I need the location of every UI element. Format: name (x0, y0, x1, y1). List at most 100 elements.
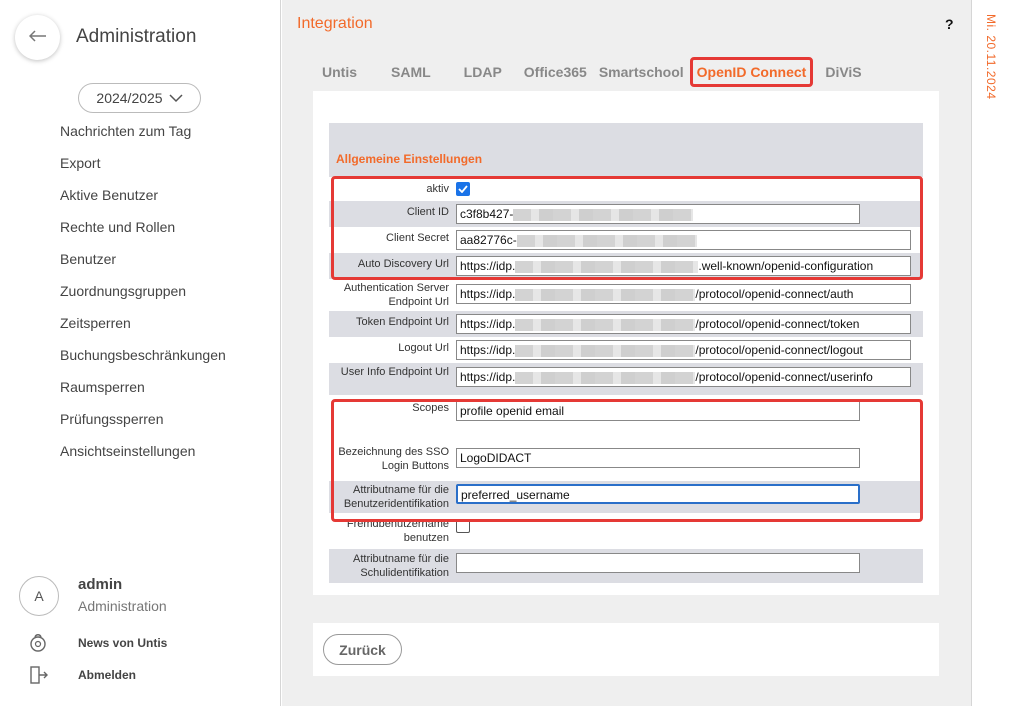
tab-smartschool[interactable]: Smartschool (599, 57, 684, 87)
logout-link[interactable]: Abmelden (78, 668, 136, 682)
auth-endpoint-value-start: https://idp. (460, 287, 516, 301)
logout-url-value-start: https://idp. (460, 343, 516, 357)
checkmark-icon (458, 180, 468, 198)
row-auth-endpoint: Authentication Server Endpoint Url https… (329, 279, 923, 311)
auto-discovery-value-end: .well-known/openid-configuration (698, 259, 874, 273)
foreign-username-checkbox[interactable] (456, 519, 470, 533)
school-attribute-label: Attributname für die Schulidentifikation (353, 553, 449, 579)
user-role: Administration (78, 598, 167, 614)
arrow-left-icon (28, 29, 47, 47)
page-title: Integration (297, 15, 373, 32)
client-id-label: Client ID (406, 206, 449, 218)
news-link[interactable]: News von Untis (78, 636, 167, 650)
row-token-endpoint: Token Endpoint Url https://idp. /protocol… (329, 311, 923, 337)
tab-ldap[interactable]: LDAP (464, 57, 502, 87)
redacted-text (515, 371, 696, 384)
chevron-down-icon (169, 90, 183, 106)
news-icon (27, 632, 49, 654)
redacted-text (515, 260, 699, 273)
sidebar-nav: Nachrichten zum Tag Export Aktive Benutz… (60, 123, 226, 475)
sidebar-item[interactable]: Export (60, 155, 226, 187)
sidebar: Administration 2024/2025 Nachrichten zum… (0, 0, 281, 706)
auth-endpoint-value-end: /protocol/openid-connect/auth (695, 287, 854, 301)
back-button[interactable] (15, 15, 60, 60)
row-scopes: Scopes profile openid email (329, 395, 923, 443)
logout-url-label: Logout Url (398, 342, 449, 354)
auto-discovery-label: Auto Discovery Url (357, 258, 449, 270)
sidebar-item[interactable]: Prüfungssperren (60, 411, 226, 443)
client-id-input[interactable]: c3f8b427- (456, 204, 860, 224)
school-year-select[interactable]: 2024/2025 (78, 83, 201, 113)
row-school-attribute: Attributname für die Schulidentifikation (329, 549, 923, 583)
tab-openid-connect[interactable]: OpenID Connect (689, 57, 814, 87)
row-auto-discovery: Auto Discovery Url https://idp. .well-kno… (329, 253, 923, 279)
date-strip: Mi. 20.11.2024 (971, 0, 1010, 706)
aktiv-checkbox[interactable] (456, 182, 470, 196)
redacted-text (515, 318, 696, 331)
sidebar-item[interactable]: Zeitsperren (60, 315, 226, 347)
token-endpoint-input[interactable]: https://idp. /protocol/openid-connect/tok… (456, 314, 911, 334)
tab-office365[interactable]: Office365 (524, 57, 587, 87)
row-client-id: Client ID c3f8b427- (329, 201, 923, 227)
school-attribute-input[interactable] (456, 553, 860, 573)
section-header: Allgemeine Einstellungen (329, 123, 923, 177)
row-userinfo-endpoint: User Info Endpoint Url https://idp. /prot… (329, 363, 923, 395)
redacted-text (516, 234, 697, 247)
logout-url-input[interactable]: https://idp. /protocol/openid-connect/log… (456, 340, 911, 360)
token-endpoint-value-end: /protocol/openid-connect/token (695, 317, 860, 331)
aktiv-label: aktiv (426, 183, 449, 195)
client-id-value: c3f8b427- (460, 207, 514, 221)
zurueck-button[interactable]: Zurück (323, 634, 402, 665)
section-title: Allgemeine Einstellungen (336, 152, 483, 166)
userinfo-endpoint-value-start: https://idp. (460, 370, 516, 384)
row-user-attribute: Attributname für die Benutzeridentifikat… (329, 481, 923, 513)
school-year-value: 2024/2025 (96, 90, 163, 106)
sso-button-label: Bezeichnung des SSO Login Buttons (338, 446, 449, 472)
row-sso-button: Bezeichnung des SSO Login Buttons LogoDI… (329, 443, 923, 481)
auth-endpoint-label: Authentication Server Endpoint Url (343, 282, 449, 308)
redacted-text (515, 288, 696, 301)
tab-saml[interactable]: SAML (391, 57, 431, 87)
row-logout-url: Logout Url https://idp. /protocol/openid-… (329, 337, 923, 363)
tab-bar: Untis SAML LDAP Office365 Smartschool Op… (322, 57, 862, 87)
sidebar-item[interactable]: Aktive Benutzer (60, 187, 226, 219)
auto-discovery-value-start: https://idp. (460, 259, 516, 273)
row-foreign-username: Fremdbenutzername benutzen (329, 513, 923, 549)
tab-divis[interactable]: DiViS (825, 57, 861, 87)
sidebar-item[interactable]: Rechte und Rollen (60, 219, 226, 251)
client-secret-value: aa82776c- (460, 233, 517, 247)
user-attribute-input[interactable]: preferred_username (456, 484, 860, 504)
sidebar-item[interactable]: Buchungsbeschränkungen (60, 347, 226, 379)
logout-url-value-end: /protocol/openid-connect/logout (695, 343, 863, 357)
auto-discovery-input[interactable]: https://idp. .well-known/openid-configura… (456, 256, 911, 276)
app-title: Administration (76, 26, 197, 47)
avatar[interactable]: A (19, 576, 59, 616)
sso-button-input[interactable]: LogoDIDACT (456, 448, 860, 468)
logout-icon (27, 664, 49, 686)
token-endpoint-label: Token Endpoint Url (356, 316, 449, 328)
userinfo-endpoint-value-end: /protocol/openid-connect/userinfo (695, 370, 873, 384)
help-icon[interactable]: ? (945, 16, 954, 32)
settings-form: Allgemeine Einstellungen aktiv Client ID… (329, 123, 923, 583)
userinfo-endpoint-input[interactable]: https://idp. /protocol/openid-connect/use… (456, 367, 911, 387)
foreign-username-label: Fremdbenutzername benutzen (346, 518, 449, 544)
action-panel: Zurück (313, 623, 939, 676)
sidebar-item[interactable]: Ansichtseinstellungen (60, 443, 226, 475)
client-secret-input[interactable]: aa82776c- (456, 230, 911, 250)
tab-untis[interactable]: Untis (322, 57, 357, 87)
main-content: Integration ? Untis SAML LDAP Office365 … (282, 0, 971, 706)
current-date: Mi. 20.11.2024 (984, 14, 998, 100)
client-secret-label: Client Secret (386, 232, 449, 244)
auth-endpoint-input[interactable]: https://idp. /protocol/openid-connect/aut… (456, 284, 911, 304)
settings-panel: Allgemeine Einstellungen aktiv Client ID… (313, 91, 939, 595)
sidebar-item[interactable]: Nachrichten zum Tag (60, 123, 226, 155)
redacted-text (515, 344, 696, 357)
scopes-input[interactable]: profile openid email (456, 401, 860, 421)
user-name: admin (78, 576, 123, 593)
scopes-label: Scopes (412, 402, 449, 414)
userinfo-endpoint-label: User Info Endpoint Url (340, 366, 449, 378)
token-endpoint-value-start: https://idp. (460, 317, 516, 331)
sidebar-item[interactable]: Zuordnungsgruppen (60, 283, 226, 315)
sidebar-item[interactable]: Benutzer (60, 251, 226, 283)
sidebar-item[interactable]: Raumsperren (60, 379, 226, 411)
